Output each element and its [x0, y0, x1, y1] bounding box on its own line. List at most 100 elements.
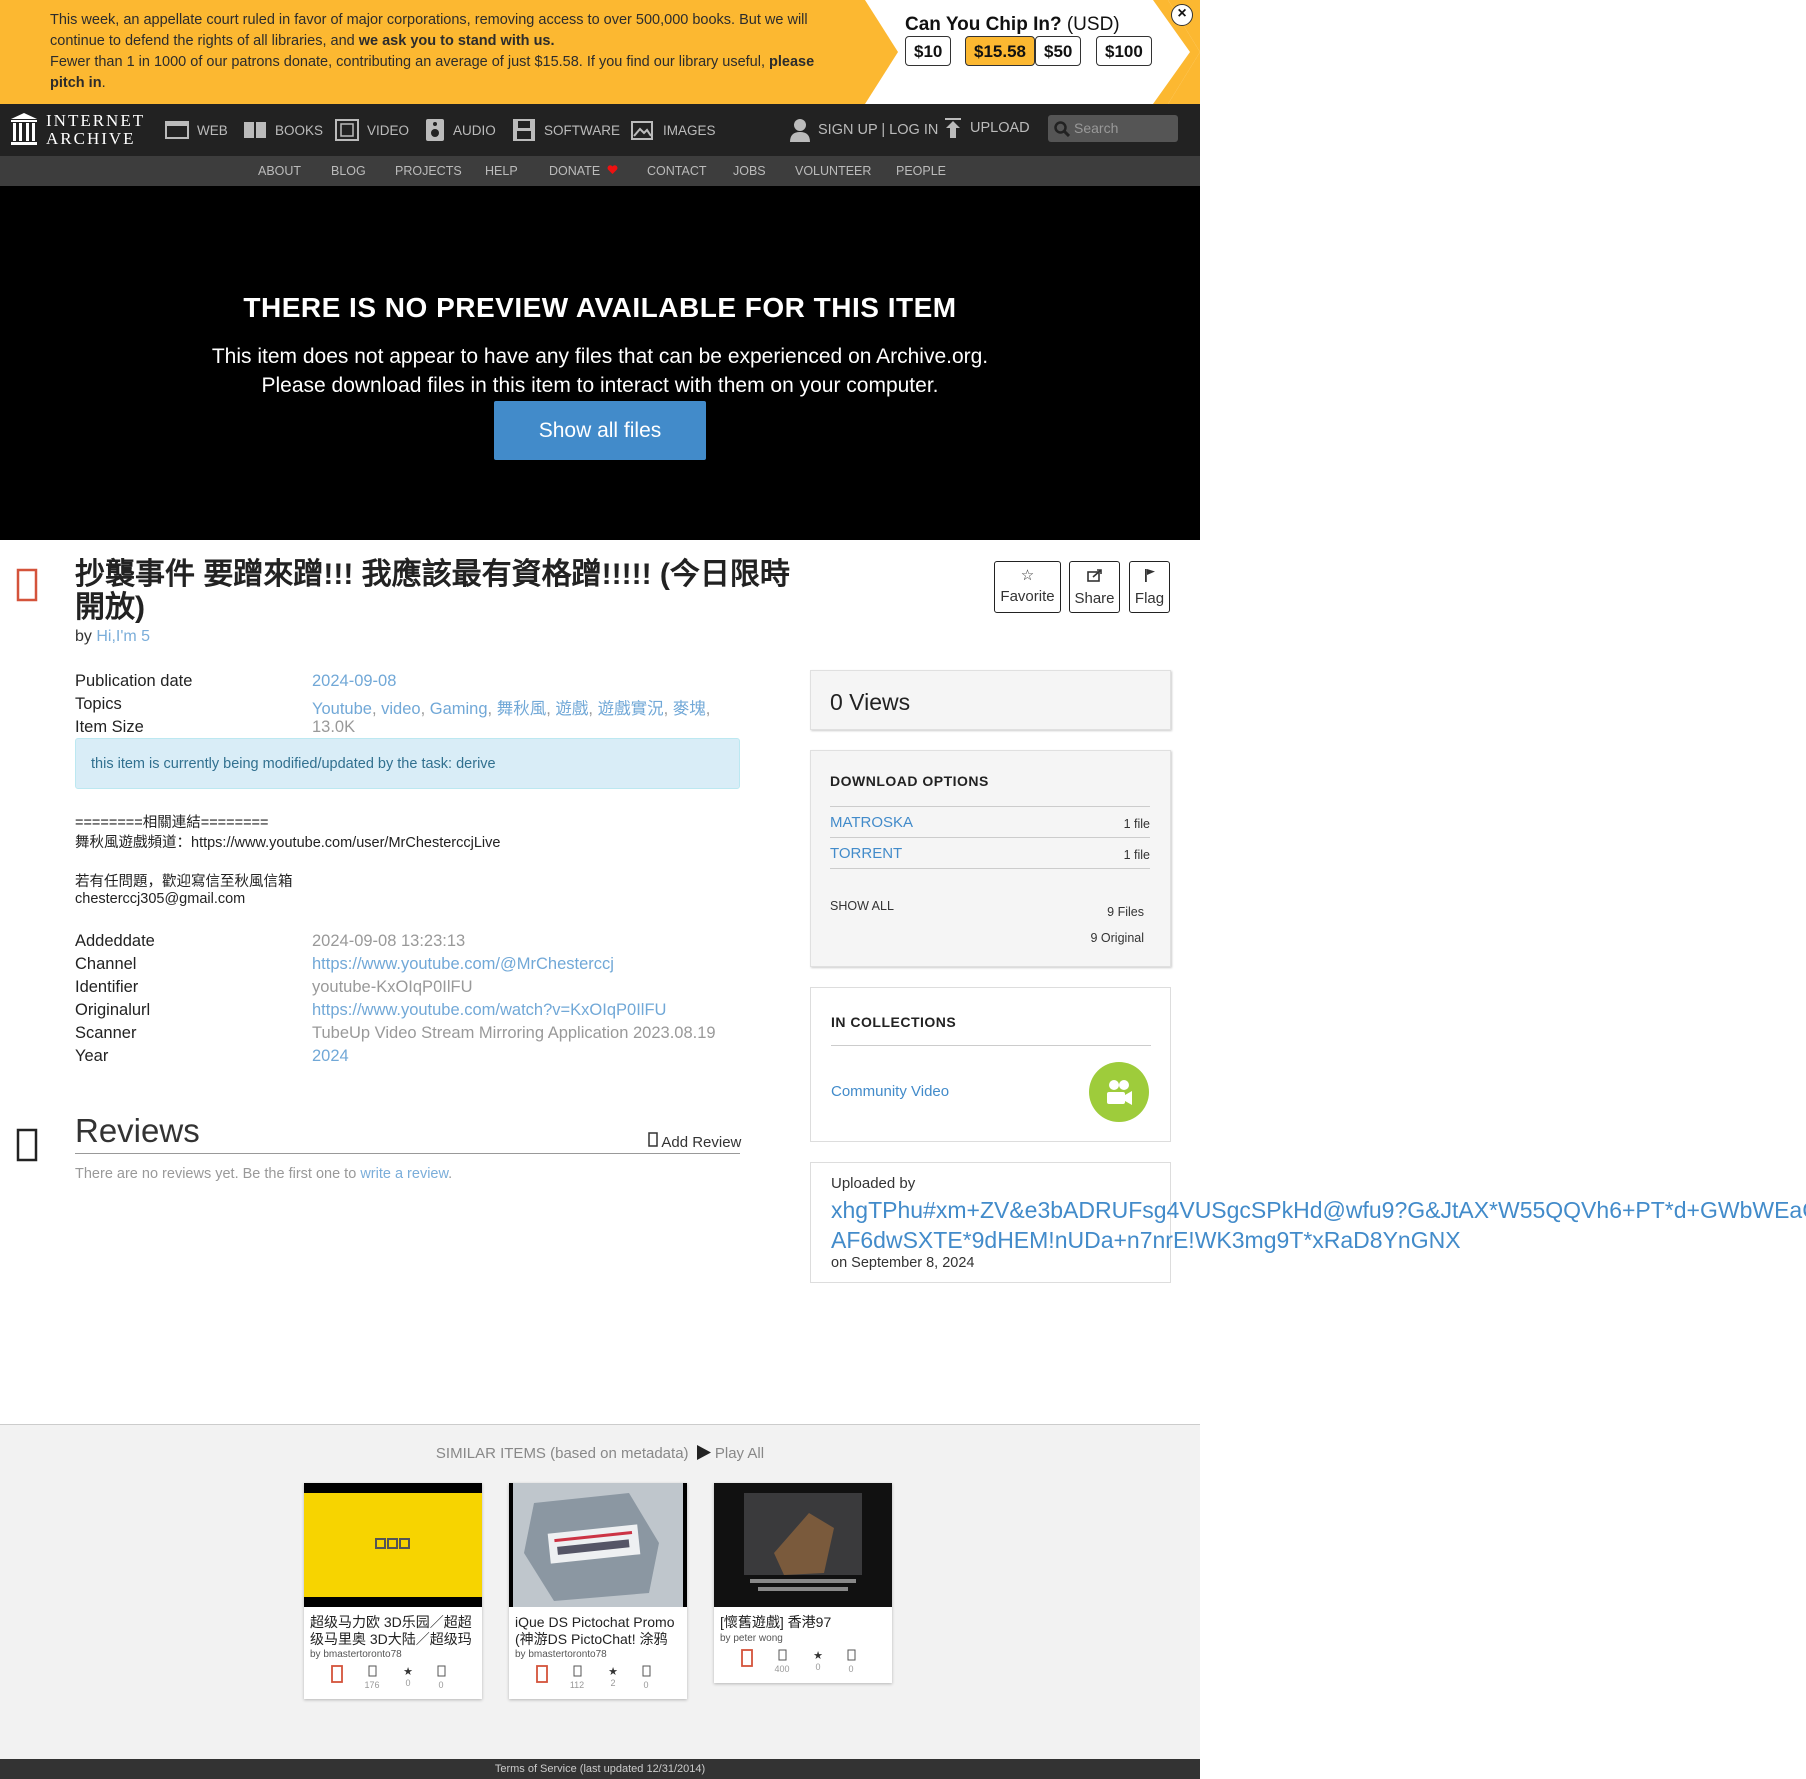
flag-button[interactable]: Flag: [1129, 561, 1170, 613]
nav-books[interactable]: BOOKS: [243, 104, 323, 156]
nav-audio[interactable]: AUDIO: [425, 104, 496, 156]
community-video-icon[interactable]: [1089, 1062, 1149, 1122]
item-thumbnail[interactable]: [304, 1483, 482, 1607]
similar-item-card[interactable]: iQue DS Pictochat Promo (神游DS PictoChat!…: [509, 1483, 687, 1699]
topic-link[interactable]: 舞秋風: [497, 700, 547, 718]
meta-value: 2024: [312, 1047, 349, 1066]
donate-amount-100[interactable]: $100: [1096, 36, 1152, 66]
star-icon: ★: [608, 1666, 618, 1678]
uploaded-by-label: Uploaded by: [831, 1175, 916, 1192]
upload-link[interactable]: UPLOAD: [944, 102, 1030, 154]
uploader-link[interactable]: xhgTPhu#xm+ZV&e3bADRUFsg4VUSgcSPkHd@wfu9…: [831, 1195, 1806, 1255]
topic-link[interactable]: video: [381, 700, 420, 718]
meta-key: Addeddate: [75, 932, 155, 950]
no-reviews-suffix: .: [448, 1166, 453, 1182]
review-icon: [642, 1665, 650, 1677]
sign-up-log-in[interactable]: SIGN UP | LOG IN: [790, 104, 938, 156]
nav-video[interactable]: VIDEO: [335, 104, 409, 156]
similar-item-title[interactable]: 超级马力欧 3D乐园／超超级马里奥 3D大陆／超级玛: [310, 1614, 478, 1648]
format-count: 1 file: [1123, 817, 1150, 831]
donate-link[interactable]: please: [769, 54, 814, 70]
nav-images[interactable]: IMAGES: [631, 104, 716, 156]
meta-value: 13.0K: [312, 718, 356, 736]
donate-amount-10[interactable]: $10: [905, 36, 952, 66]
item-thumbnail[interactable]: [509, 1483, 687, 1607]
format-link[interactable]: MATROSKA: [830, 814, 913, 831]
meta-value: TubeUp Video Stream Mirroring Applicatio…: [312, 1024, 716, 1042]
format-link[interactable]: TORRENT: [830, 845, 902, 862]
upload-label: UPLOAD: [970, 120, 1030, 136]
show-all-files-button[interactable]: Show all files: [494, 401, 706, 460]
nav-software[interactable]: SOFTWARE: [512, 104, 620, 156]
meta-value: 2024-09-08 13:23:13: [312, 932, 466, 950]
subnav-about[interactable]: ABOUT: [258, 156, 301, 186]
meta-value: https://www.youtube.com/@MrChesterccj: [312, 955, 614, 974]
movies-icon: [741, 1649, 753, 1667]
play-icon[interactable]: [696, 1445, 711, 1460]
flag-label: Flag: [1134, 590, 1165, 607]
nav-web[interactable]: WEB: [165, 104, 228, 156]
download-format-row[interactable]: TORRENT 1 file: [830, 837, 1150, 868]
subnav-jobs[interactable]: JOBS: [733, 156, 766, 186]
topic-link[interactable]: 遊戲實況: [598, 700, 664, 718]
subnav-help[interactable]: HELP: [485, 156, 518, 186]
topic-link[interactable]: Gaming: [430, 700, 488, 718]
similar-item-card[interactable]: [懷舊遊戲] 香港97 by peter wong 400 ★ 0 0: [714, 1483, 892, 1683]
reviews-divider: [75, 1153, 740, 1154]
internet-archive-logo-icon[interactable]: [10, 112, 38, 146]
subnav-volunteer[interactable]: VOLUNTEER: [795, 156, 871, 186]
nav-label: AUDIO: [453, 122, 496, 138]
logo-wordmark[interactable]: INTERNET ARCHIVE: [46, 112, 145, 148]
upload-icon: [945, 118, 961, 138]
topic-link[interactable]: 麥塊: [673, 700, 706, 718]
donate-amount-50[interactable]: $50: [1035, 36, 1082, 66]
donate-link[interactable]: pitch in: [50, 75, 102, 91]
description-line: 若有任問題，歡迎寫信至秋風信箱: [75, 874, 293, 890]
favorites-stat: ★ 2: [601, 1665, 625, 1689]
favorite-button[interactable]: ☆ Favorite: [994, 561, 1061, 613]
theatre-viewer: THERE IS NO PREVIEW AVAILABLE FOR THIS I…: [0, 186, 1200, 540]
meta-value: Youtube, video, Gaming, 舞秋風, 遊戲, 遊戲實況, 麥…: [312, 700, 711, 718]
description-line: chesterccj305@gmail.com: [75, 891, 246, 907]
subnav-blog[interactable]: BLOG: [331, 156, 366, 186]
footer-terms-link[interactable]: Terms of Service (last updated 12/31/201…: [0, 1759, 1200, 1779]
star-icon: ★: [403, 1666, 413, 1678]
collections-panel: IN COLLECTIONS Community Video: [810, 987, 1171, 1142]
subnav-donate[interactable]: DONATE: [549, 156, 618, 186]
meta-key: Topics: [75, 695, 122, 713]
reviews-stat: 0: [429, 1665, 453, 1691]
add-review-button[interactable]: Add Review: [648, 1132, 741, 1151]
subnav-projects[interactable]: PROJECTS: [395, 156, 462, 186]
books-icon: [244, 122, 266, 138]
similar-items-section: SIMILAR ITEMS (based on metadata) Play A…: [0, 1424, 1200, 1760]
download-format-row[interactable]: MATROSKA 1 file: [830, 806, 1150, 837]
close-icon: ×: [1177, 5, 1187, 22]
topic-link[interactable]: Youtube: [312, 700, 372, 718]
originalurl-link[interactable]: https://www.youtube.com/watch?v=KxOIqP0I…: [312, 1001, 666, 1019]
pubdate-link[interactable]: 2024-09-08: [312, 672, 396, 690]
write-review-link[interactable]: write a review: [360, 1166, 448, 1182]
mediatype-stat: [530, 1665, 554, 1686]
download-divider: [830, 868, 1150, 870]
share-icon: [1070, 568, 1119, 586]
similar-item-title[interactable]: [懷舊遊戲] 香港97: [720, 1614, 888, 1631]
share-button[interactable]: Share: [1069, 561, 1120, 613]
subnav-contact[interactable]: CONTACT: [647, 156, 707, 186]
similar-item-card[interactable]: 超级马力欧 3D乐园／超超级马里奥 3D大陆／超级玛 by bmastertor…: [304, 1483, 482, 1699]
nav-label: VIDEO: [367, 122, 410, 138]
donate-amount-15-58[interactable]: $15.58: [965, 36, 1035, 66]
topic-link[interactable]: 遊戲: [555, 700, 588, 718]
eye-icon: [368, 1665, 376, 1677]
item-thumbnail[interactable]: [714, 1483, 892, 1607]
show-all-files-link[interactable]: SHOW ALL: [830, 899, 894, 913]
collection-link[interactable]: Community Video: [831, 1083, 949, 1100]
play-all-link[interactable]: Play All: [715, 1445, 764, 1462]
close-banner-button[interactable]: ×: [1171, 4, 1193, 26]
subnav-people[interactable]: PEOPLE: [896, 156, 946, 186]
search-input[interactable]: Search: [1048, 115, 1178, 142]
similar-item-title[interactable]: iQue DS Pictochat Promo (神游DS PictoChat!…: [515, 1614, 683, 1648]
channel-link[interactable]: https://www.youtube.com/@MrChesterccj: [312, 955, 614, 973]
year-link[interactable]: 2024: [312, 1047, 349, 1065]
creator-link[interactable]: Hi,I'm 5: [96, 628, 150, 645]
pencil-icon: [648, 1132, 658, 1147]
